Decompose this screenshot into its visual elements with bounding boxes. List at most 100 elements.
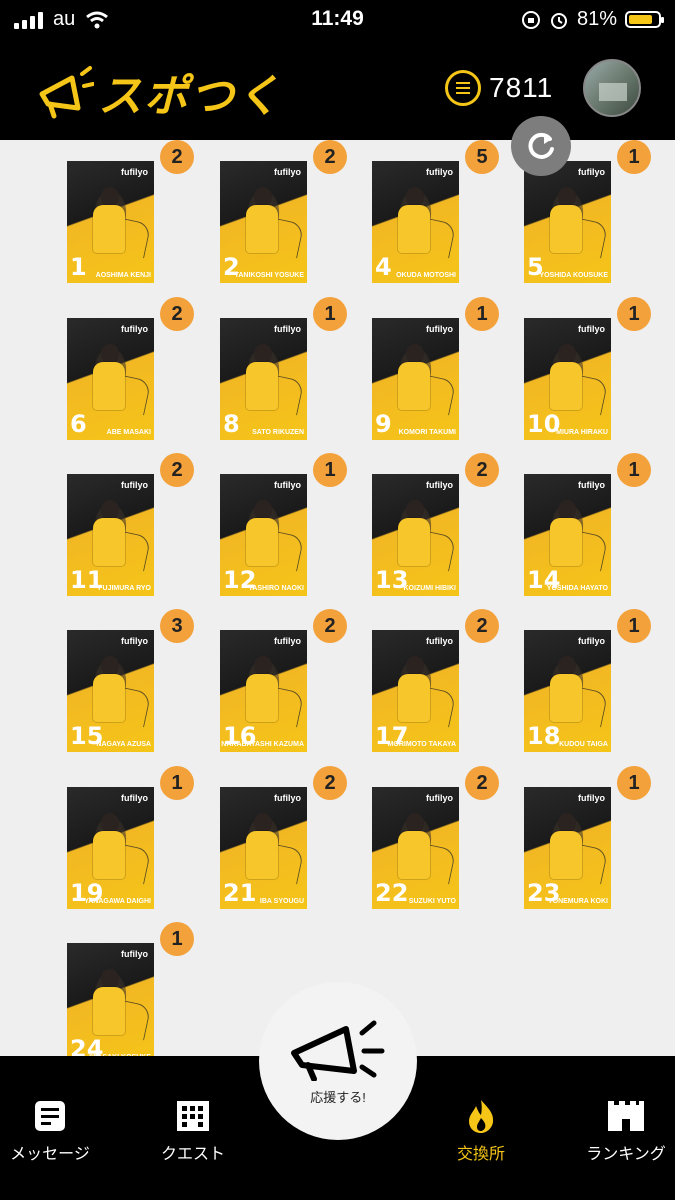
cheer-label: 応援する! [310,1089,366,1105]
card-brand: fufilyo [274,480,301,490]
player-head [558,187,576,207]
player-name: SUZUKI YUTO [408,898,456,905]
player-name: OKUDA MOTOSHI [396,272,456,279]
card-count-badge: 1 [617,297,651,331]
player-card[interactable]: fufilyo 10 MIURA HIRAKU [524,318,611,440]
nav-ranking[interactable]: ランキング [566,1098,675,1164]
card-count-badge: 1 [313,453,347,487]
player-card[interactable]: fufilyo 8 SATO RIKUZEN [220,318,307,440]
card-count-badge: 1 [617,453,651,487]
card-count-badge: 2 [313,766,347,800]
card-brand: fufilyo [578,167,605,177]
player-head [254,813,272,833]
player-number: 21 [223,879,257,907]
orientation-lock-icon [521,10,540,29]
card-brand: fufilyo [121,793,148,803]
player-card[interactable]: fufilyo 1 AOSHIMA KENJI [67,161,154,283]
coin-icon [445,70,481,106]
card-count-badge: 3 [160,609,194,643]
player-number: 18 [527,722,561,750]
player-card[interactable]: fufilyo 21 IBA SYOUGU [220,787,307,909]
card-count-badge: 5 [465,140,499,174]
app-name: スポつく [98,72,282,121]
coin-count: 7811 [489,72,554,103]
player-name: MIURA HIRAKU [556,429,608,436]
card-count-badge: 1 [617,140,651,174]
card-brand: fufilyo [121,480,148,490]
player-card[interactable]: fufilyo 5 YOSHIDA KOUSUKE [524,161,611,283]
app-header: au 11:49 81% スポつく 7811 [0,0,675,140]
card-brand: fufilyo [274,636,301,646]
player-card[interactable]: fufilyo 4 OKUDA MOTOSHI [372,161,459,283]
player-card[interactable]: fufilyo 13 KOIZUMI HIBIKI [372,474,459,596]
player-card[interactable]: fufilyo 19 YANAGAWA DAIGHI [67,787,154,909]
player-name: YOSHIDA HAYATO [546,585,608,592]
megaphone-icon [291,1020,385,1081]
battery-percent: 81% [576,8,617,30]
player-name: NAGAYA AZUSA [96,741,151,748]
player-head [406,813,424,833]
player-head [558,344,576,364]
player-number: 1 [70,253,87,281]
player-card[interactable]: fufilyo 6 ABE MASAKI [67,318,154,440]
nav-quests[interactable]: クエスト [133,1098,253,1164]
card-count-badge: 1 [160,922,194,956]
building-icon [177,1101,209,1131]
player-name: ABE MASAKI [106,429,151,436]
card-count-badge: 1 [465,297,499,331]
card-brand: fufilyo [426,167,453,177]
player-head [254,500,272,520]
player-name: YOSHIDA KOUSUKE [539,272,608,279]
player-card[interactable]: fufilyo 11 FUJIMURA RYO [67,474,154,596]
player-name: TASHIRO NAOKI [248,585,304,592]
player-card[interactable]: fufilyo24IWASAKI KOSUKE [67,943,154,1056]
player-name: FUJIMURA RYO [98,585,151,592]
player-card[interactable]: fufilyo 9 KOMORI TAKUMI [372,318,459,440]
player-card[interactable]: fufilyo 17 MORIMOTO TAKAYA [372,630,459,752]
player-head [558,656,576,676]
coin-balance[interactable]: 7811 [445,70,553,106]
player-card[interactable]: fufilyo 16 NAKABAYASHI KAZUMA [220,630,307,752]
player-number: 6 [70,410,87,438]
player-head [406,344,424,364]
player-head [101,656,119,676]
refresh-button[interactable] [511,116,571,176]
card-count-badge: 2 [160,140,194,174]
card-brand: fufilyo [426,793,453,803]
nav-exchange[interactable]: 交換所 [421,1098,541,1164]
card-brand: fufilyo [426,636,453,646]
player-name: KOMORI TAKUMI [398,429,456,436]
card-brand: fufilyo [274,324,301,334]
cheer-button[interactable]: 応援する! [259,982,417,1140]
card-count-badge: 2 [465,766,499,800]
card-brand: fufilyo [121,324,148,334]
player-head [406,656,424,676]
player-card[interactable]: fufilyo 14 YOSHIDA HAYATO [524,474,611,596]
player-name: IBA SYOUGU [259,898,304,905]
player-head [101,969,119,989]
card-brand: fufilyo [578,324,605,334]
player-head [254,344,272,364]
nav-messages[interactable]: メッセージ [0,1098,110,1164]
player-name: YANAGAWA DAIGHI [84,898,151,905]
player-number: 22 [375,879,409,907]
card-brand: fufilyo [426,324,453,334]
player-card[interactable]: fufilyo 2 TANIKOSHI YOSUKE [220,161,307,283]
status-bar: au 11:49 81% [0,0,675,38]
player-card[interactable]: fufilyo 22 SUZUKI YUTO [372,787,459,909]
player-head [101,813,119,833]
user-avatar[interactable] [583,59,641,117]
card-count-badge: 2 [465,453,499,487]
card-brand: fufilyo [578,793,605,803]
player-head [101,500,119,520]
player-card[interactable]: fufilyo 12 TASHIRO NAOKI [220,474,307,596]
battery-icon [625,11,664,28]
card-count-badge: 2 [313,140,347,174]
player-card[interactable]: fufilyo 18 KUDOU TAIGA [524,630,611,752]
player-card[interactable]: fufilyo 23 YONEMURA KOKI [524,787,611,909]
player-card[interactable]: fufilyo 15 NAGAYA AZUSA [67,630,154,752]
card-count-badge: 1 [160,766,194,800]
card-count-badge: 2 [465,609,499,643]
nav-ranking-label: ランキング [586,1146,666,1163]
player-name: KUDOU TAIGA [559,741,608,748]
